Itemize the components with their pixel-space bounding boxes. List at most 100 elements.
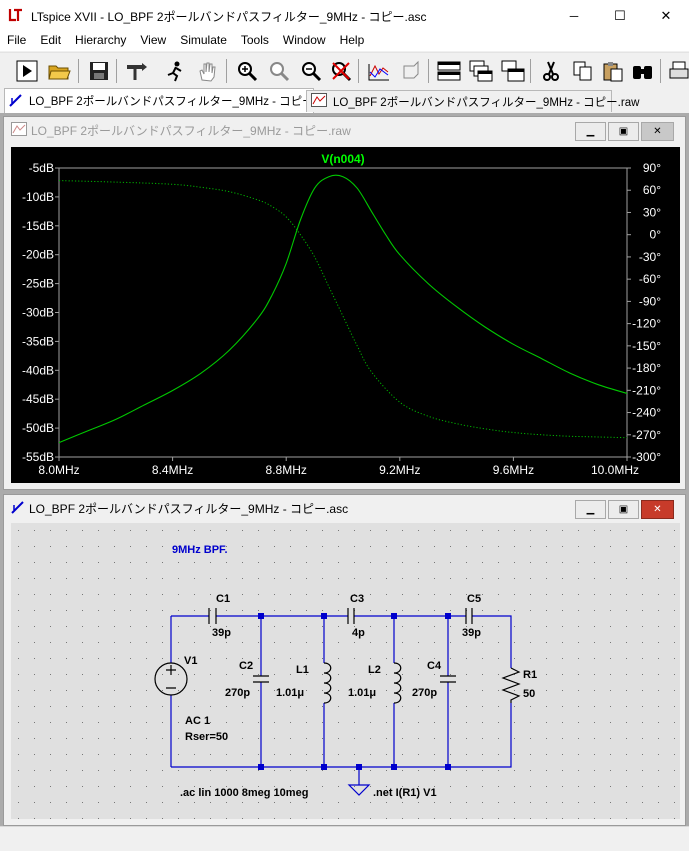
mdi-client-area: LO_BPF 2ポールバンドパスフィルター_9MHz - コピー.raw ▁ ▣… [0, 113, 689, 850]
l2-value[interactable]: 1.01μ [348, 687, 376, 699]
y2-tick-label: -30° [639, 250, 661, 264]
r1-ref[interactable]: R1 [523, 669, 537, 681]
cut-icon[interactable] [538, 58, 564, 84]
v1-rser[interactable]: Rser=50 [185, 731, 228, 743]
waveform-window-titlebar[interactable]: LO_BPF 2ポールバンドパスフィルター_9MHz - コピー.raw ▁ ▣… [4, 117, 685, 144]
plot-background [11, 147, 680, 483]
schematic-window-title: LO_BPF 2ポールバンドパスフィルター_9MHz - コピー.asc [29, 502, 349, 516]
c4-ref[interactable]: C4 [427, 660, 442, 672]
c5-value[interactable]: 39p [462, 627, 481, 639]
menu-simulate[interactable]: Simulate [173, 31, 234, 51]
y2-tick-label: -240° [632, 406, 661, 420]
zoom-out-icon[interactable] [298, 58, 324, 84]
x-tick-label: 8.8MHz [266, 463, 307, 477]
c1-ref[interactable]: C1 [216, 593, 230, 605]
trace-label[interactable]: V(n004) [321, 152, 364, 166]
y2-tick-label: -90° [639, 294, 661, 308]
y-tick-label: -45dB [22, 392, 54, 406]
v1-value[interactable]: AC 1 [185, 715, 210, 727]
y-tick-label: -55dB [22, 450, 54, 464]
schematic-close-button[interactable]: ✕ [641, 500, 674, 519]
close-icon: ✕ [660, 7, 672, 23]
schematic-window-titlebar[interactable]: LO_BPF 2ポールバンドパスフィルター_9MHz - コピー.asc ▁ ▣… [4, 495, 685, 522]
y2-tick-label: -60° [639, 272, 661, 286]
close-button[interactable]: ✕ [643, 0, 689, 31]
c2-ref[interactable]: C2 [239, 660, 253, 672]
waveform-icon [11, 122, 27, 139]
print-icon[interactable] [666, 58, 689, 84]
tab-label: LO_BPF 2ポールバンドパスフィルター_9MHz - コピー.asc [29, 96, 335, 108]
tab-waveform[interactable]: LO_BPF 2ポールバンドパスフィルター_9MHz - コピー.raw [306, 90, 639, 112]
ac-directive[interactable]: .ac lin 1000 8meg 10meg [180, 787, 308, 799]
menu-file[interactable]: File [0, 31, 33, 51]
tile-vertical-icon[interactable] [500, 58, 526, 84]
l1-value[interactable]: 1.01μ [276, 687, 304, 699]
run-probe-icon[interactable] [162, 58, 188, 84]
zoom-cancel-icon[interactable] [328, 58, 354, 84]
tab-schematic[interactable]: LO_BPF 2ポールバンドパスフィルター_9MHz - コピー.asc [4, 88, 335, 113]
r1-value[interactable]: 50 [523, 688, 535, 700]
waveform-plot[interactable]: V(n004) -5dB -10dB -15dB -20dB -25dB -30dB -35… [11, 147, 680, 483]
paste-icon[interactable] [600, 58, 626, 84]
menu-tools[interactable]: Tools [234, 31, 276, 51]
schematic-restore-button[interactable]: ▣ [608, 500, 639, 519]
save-icon[interactable] [86, 58, 112, 84]
document-tab-bar: LO_BPF 2ポールバンドパスフィルター_9MHz - コピー.asc LO_… [0, 88, 689, 113]
pan-hand-icon[interactable] [194, 58, 220, 84]
y2-tick-label: -210° [632, 383, 661, 397]
v1-ref[interactable]: V1 [184, 655, 197, 667]
c4-value[interactable]: 270p [412, 687, 437, 699]
x-tick-label: 9.2MHz [379, 463, 420, 477]
c3-value[interactable]: 4p [352, 627, 365, 639]
menu-view[interactable]: View [133, 31, 173, 51]
c2-value[interactable]: 270p [225, 687, 250, 699]
zoom-full-icon[interactable] [266, 58, 292, 84]
y-tick-label: -15dB [22, 219, 54, 233]
window-title: LTspice XVII - LO_BPF 2ポールバンドパスフィルター_9MH… [31, 10, 427, 24]
ltspice-3d-icon[interactable] [398, 58, 424, 84]
cascade-icon[interactable] [468, 58, 494, 84]
waveform-close-button[interactable]: ✕ [641, 122, 674, 141]
minimize-icon: ▁ [586, 126, 595, 137]
minimize-icon: ▁ [586, 504, 595, 515]
schematic-minimize-button[interactable]: ▁ [575, 500, 606, 519]
x-tick-label: 8.4MHz [152, 463, 193, 477]
status-bar [0, 826, 689, 851]
copy-icon[interactable] [570, 58, 596, 84]
y2-tick-label: 0° [650, 228, 662, 242]
y-tick-label: -30dB [22, 306, 54, 320]
waveform-restore-button[interactable]: ▣ [608, 122, 639, 141]
minimize-button[interactable]: ─ [551, 0, 597, 31]
tab-label: LO_BPF 2ポールバンドパスフィルター_9MHz - コピー.raw [333, 96, 640, 109]
find-icon[interactable] [630, 58, 656, 84]
menu-help[interactable]: Help [333, 31, 372, 51]
comment-text[interactable]: 9MHz BPF. [172, 544, 228, 556]
l2-ref[interactable]: L2 [368, 664, 381, 676]
maximize-button[interactable]: ☐ [597, 0, 643, 31]
net-directive[interactable]: .net I(R1) V1 [373, 787, 437, 799]
l1-ref[interactable]: L1 [296, 664, 309, 676]
c3-ref[interactable]: C3 [350, 593, 364, 605]
control-panel-icon[interactable] [124, 58, 150, 84]
menu-hierarchy[interactable]: Hierarchy [68, 31, 133, 51]
schematic-canvas[interactable]: 9MHz BPF. C1 39p C3 4p C5 39p V1 AC 1 Rs… [11, 523, 680, 819]
tile-horizontal-icon[interactable] [436, 58, 462, 84]
waveform-minimize-button[interactable]: ▁ [575, 122, 606, 141]
menu-window[interactable]: Window [276, 31, 333, 51]
menu-edit[interactable]: Edit [33, 31, 68, 51]
ltspice-logo-icon [8, 7, 24, 23]
c1-value[interactable]: 39p [212, 627, 231, 639]
zoom-in-icon[interactable] [234, 58, 260, 84]
y2-tick-label: -120° [632, 317, 661, 331]
y2-tick-label: -300° [632, 450, 661, 464]
minimize-icon: ─ [569, 8, 579, 23]
c5-ref[interactable]: C5 [467, 593, 481, 605]
run-icon[interactable] [14, 58, 40, 84]
open-icon[interactable] [46, 58, 72, 84]
y-tick-label: -5dB [29, 161, 54, 175]
y2-tick-label: 60° [643, 183, 661, 197]
waveform-icon[interactable] [366, 58, 392, 84]
waveform-window: LO_BPF 2ポールバンドパスフィルター_9MHz - コピー.raw ▁ ▣… [3, 116, 686, 490]
schematic-icon [9, 93, 23, 110]
y-tick-label: -20dB [22, 248, 54, 262]
